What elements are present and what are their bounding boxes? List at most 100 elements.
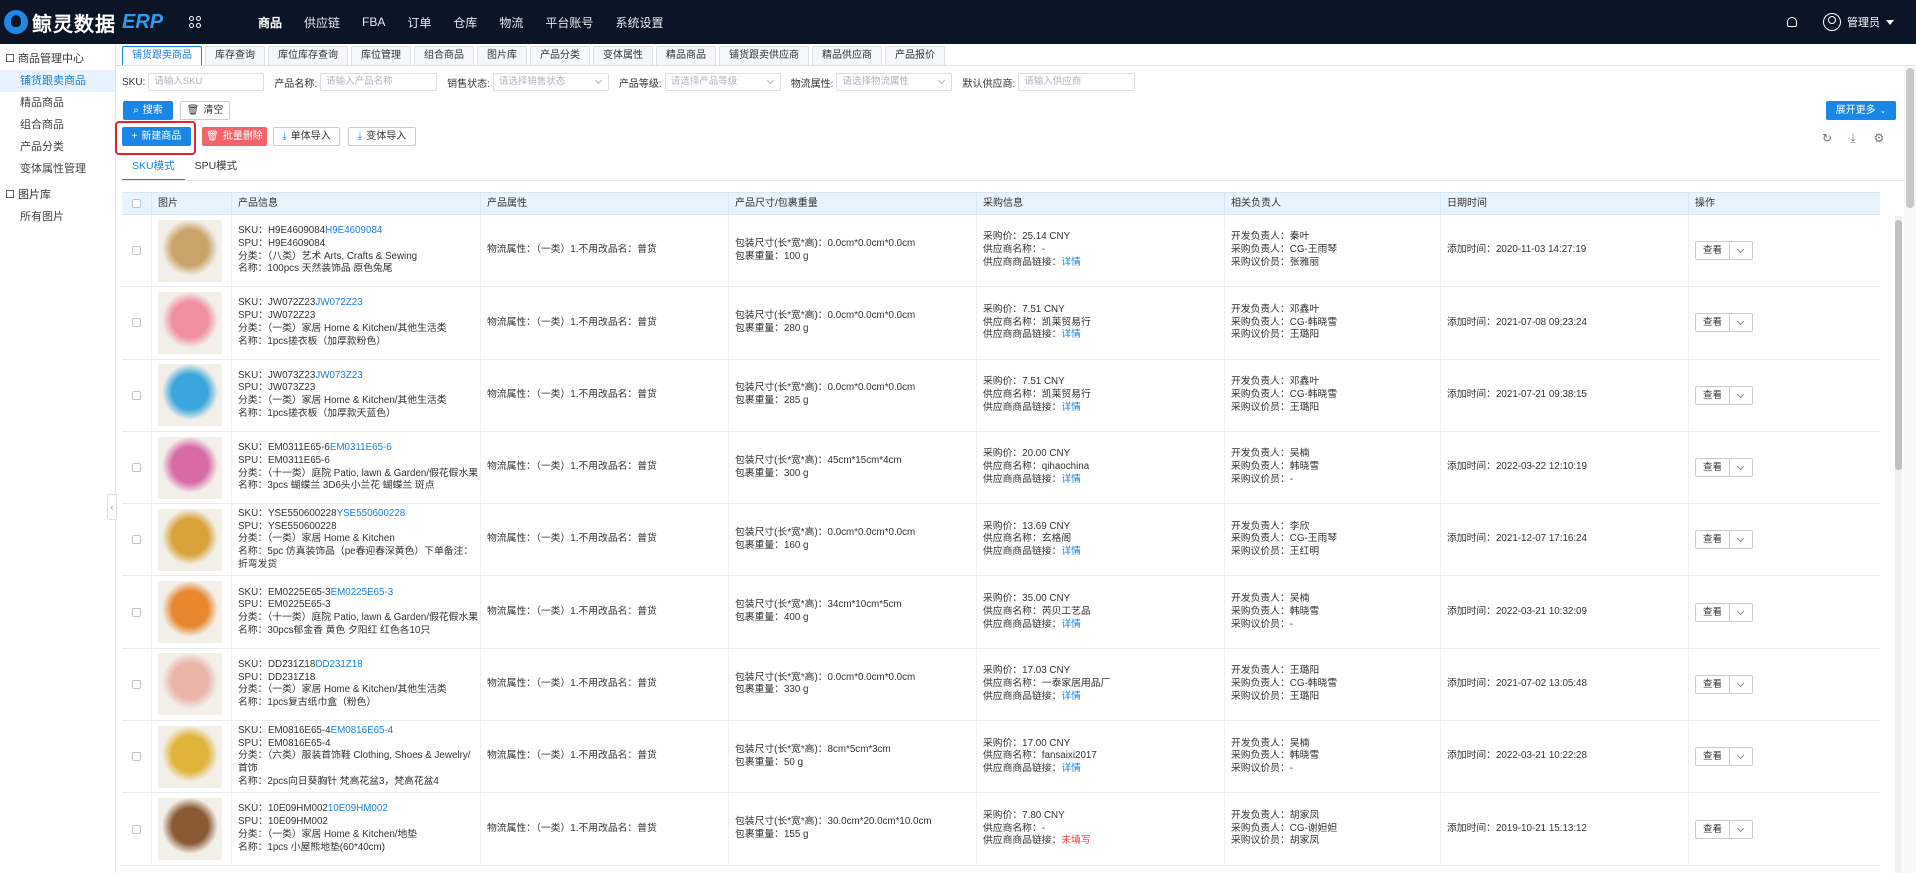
chevron-down-icon[interactable] [1730,459,1752,476]
row-checkbox[interactable] [132,390,141,400]
topnav-supply-chain[interactable]: 供应链 [304,14,340,31]
tab-inventory[interactable]: 库存查询 [205,46,265,65]
topnav-logistics[interactable]: 物流 [499,14,523,31]
sidebar-item-premium-products[interactable]: 精品商品 [0,92,115,114]
logistics-attr-select[interactable]: 请选择物流属性 [836,73,953,91]
row-checkbox[interactable] [132,463,141,473]
tab-spu-mode[interactable]: SPU模式 [185,156,248,181]
supplier-link[interactable]: 详情 [1061,619,1081,630]
sidebar-item-combo-products[interactable]: 组合商品 [0,114,115,136]
sidebar-group-image-library[interactable]: 图片库 [0,182,115,206]
row-checkbox[interactable] [132,679,141,689]
sku-link[interactable]: EM0816E65-4 [331,725,394,736]
export-icon[interactable]: ⤓ [1846,131,1860,145]
sidebar-collapse-handle[interactable]: ‹ [107,494,117,520]
sku-link[interactable]: JW073Z23 [315,370,362,381]
supplier-link[interactable]: 详情 [1061,329,1081,340]
row-checkbox[interactable] [132,607,141,617]
row-checkbox[interactable] [132,824,141,834]
topnav-fba[interactable]: FBA [362,15,385,29]
topnav-platform-accounts[interactable]: 平台账号 [545,14,593,31]
tab-location-management[interactable]: 库位管理 [351,46,411,65]
logo[interactable]: 鲸灵数据 ERP [0,0,200,44]
clear-button[interactable]: 🗑 清空 [180,101,230,120]
sku-link[interactable]: YSE550600228 [337,508,406,519]
chevron-down-icon[interactable] [1730,821,1752,838]
refresh-icon[interactable]: ↻ [1820,131,1834,145]
variant-import-button[interactable]: ⤓ 变体导入 [348,127,416,146]
sidebar-item-all-images[interactable]: 所有图片 [0,206,115,228]
sku-input[interactable]: 请输入SKU [148,73,265,91]
supplier-link[interactable]: 详情 [1061,474,1081,485]
user-name[interactable]: 管理员 [1847,14,1880,30]
batch-delete-button[interactable]: 🗑 批量删除 [202,127,267,146]
product-thumbnail[interactable] [158,581,222,644]
chevron-down-icon[interactable] [1886,19,1894,25]
chevron-down-icon[interactable] [1730,242,1752,259]
view-button[interactable]: 查看 [1696,242,1730,260]
supplier-link[interactable]: 详情 [1061,257,1081,268]
single-import-button[interactable]: ⤓ 单体导入 [273,127,340,146]
row-checkbox[interactable] [132,535,141,545]
sidebar-item-categories[interactable]: 产品分类 [0,136,115,158]
sku-link[interactable]: EM0311E65-6 [330,442,392,453]
supplier-link[interactable]: 详情 [1061,763,1081,774]
product-thumbnail[interactable] [158,725,222,788]
product-thumbnail[interactable] [158,291,222,354]
row-checkbox[interactable] [132,246,141,256]
row-checkbox[interactable] [132,752,141,762]
chevron-down-icon[interactable] [1730,604,1752,621]
chevron-down-icon[interactable] [1730,676,1752,693]
select-all-checkbox[interactable] [132,199,141,208]
sidebar-item-variant-attributes[interactable]: 变体属性管理 [0,158,115,180]
user-avatar-icon[interactable] [1823,13,1841,31]
sidebar-group-product-center[interactable]: 商品管理中心 [0,46,115,70]
product-name-input[interactable]: 请输入产品名称 [320,73,438,91]
tab-categories[interactable]: 产品分类 [530,46,590,65]
sku-link[interactable]: H9E4609084 [325,225,382,236]
bell-icon[interactable] [1787,17,1797,27]
tab-product-quotes[interactable]: 产品报价 [885,46,945,65]
sku-link[interactable]: JW072Z23 [315,297,362,308]
page-scrollbar[interactable] [1904,66,1916,873]
sale-status-select[interactable]: 请选择销售状态 [492,73,609,91]
tab-sku-mode[interactable]: SKU模式 [122,156,185,181]
product-thumbnail[interactable] [158,219,222,282]
sku-link[interactable]: EM0225E65-3 [331,587,394,598]
view-button[interactable]: 查看 [1696,603,1730,621]
view-button[interactable]: 查看 [1696,386,1730,404]
tab-image-library[interactable]: 图片库 [477,46,527,65]
topnav-warehouse[interactable]: 仓库 [453,14,477,31]
chevron-down-icon[interactable] [1730,748,1752,765]
view-button[interactable]: 查看 [1696,459,1730,477]
chevron-down-icon[interactable] [1730,531,1752,548]
tab-distribution-suppliers[interactable]: 铺货跟卖供应商 [719,46,809,65]
product-grade-select[interactable]: 请选择产品等级 [664,73,781,91]
view-button[interactable]: 查看 [1696,531,1730,549]
tab-premium-products[interactable]: 精品商品 [656,46,716,65]
view-button[interactable]: 查看 [1696,675,1730,693]
tab-distribution-products[interactable]: 铺货跟卖商品 [122,46,202,65]
tab-premium-suppliers[interactable]: 精品供应商 [812,46,882,65]
tab-location-inventory[interactable]: 库位库存查询 [268,46,348,65]
view-button[interactable]: 查看 [1696,820,1730,838]
search-button[interactable]: ⌕ 搜索 [123,101,173,120]
view-button[interactable]: 查看 [1696,314,1730,332]
view-button[interactable]: 查看 [1696,748,1730,766]
product-thumbnail[interactable] [158,436,222,499]
chevron-down-icon[interactable] [1730,387,1752,404]
topnav-products[interactable]: 商品 [258,14,282,31]
supplier-link[interactable]: 详情 [1061,546,1081,557]
topnav-system-settings[interactable]: 系统设置 [615,14,663,31]
table-scrollbar[interactable] [1895,216,1902,873]
product-thumbnail[interactable] [158,364,222,427]
product-thumbnail[interactable] [158,798,222,861]
product-thumbnail[interactable] [158,508,222,571]
gear-icon[interactable]: ⚙ [1872,131,1886,145]
tab-combo-products[interactable]: 组合商品 [414,46,474,65]
tab-variant-attributes[interactable]: 变体属性 [593,46,653,65]
supplier-link[interactable]: 详情 [1061,402,1081,413]
default-supplier-input[interactable]: 请输入供应商 [1018,73,1136,91]
product-thumbnail[interactable] [158,653,222,716]
sku-link[interactable]: 10E09HM002 [328,803,388,814]
